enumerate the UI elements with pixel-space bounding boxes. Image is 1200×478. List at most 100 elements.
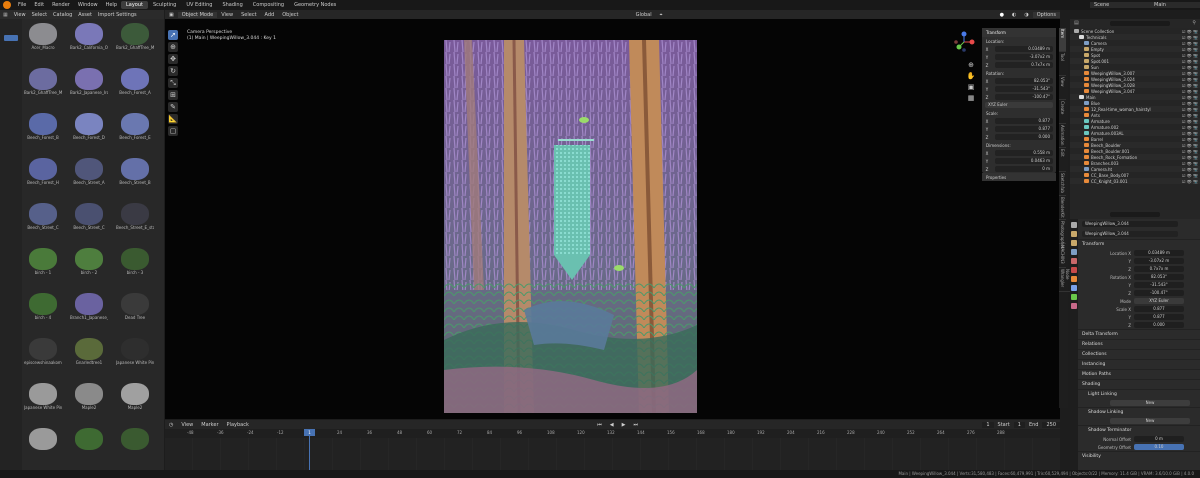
visibility-toggle-icons[interactable]: ☑ 👁 📷: [1182, 41, 1198, 46]
location-x-field[interactable]: 0.03489 m: [995, 46, 1053, 52]
scale-y-field[interactable]: 0.877: [995, 126, 1053, 132]
asset-item[interactable]: Beech_Forest_E: [116, 113, 154, 149]
light-linking-section[interactable]: Light Linking: [1078, 389, 1200, 399]
visibility-toggle-icons[interactable]: ☑ 👁 📷: [1182, 179, 1198, 184]
asset-item[interactable]: Maple2: [116, 383, 154, 419]
dimensions-x-field[interactable]: 0.558 m: [995, 150, 1053, 156]
asset-item[interactable]: [70, 428, 108, 464]
visibility-toggle-icons[interactable]: ☑ 👁 📷: [1182, 125, 1198, 130]
asset-item[interactable]: Beech_Street_B: [116, 158, 154, 194]
menu-help[interactable]: Help: [102, 2, 121, 8]
select-tool-icon[interactable]: ➚: [168, 30, 178, 40]
asset-item[interactable]: Branch1_Japanese_Iron_Mat: [70, 293, 108, 329]
catalog-folder-icon[interactable]: [4, 35, 18, 41]
rotate-tool-icon[interactable]: ↻: [168, 66, 178, 76]
sidebar-tab[interactable]: Sketchfab: [1059, 172, 1066, 196]
transform-panel-title[interactable]: Transform: [982, 28, 1056, 37]
sidebar-tab[interactable]: Photographer: [1059, 220, 1066, 248]
viewport-options-button[interactable]: Options: [1032, 11, 1061, 18]
current-frame-field[interactable]: 1: [982, 421, 994, 428]
asset-item[interactable]: Japanese White Pine2: [24, 383, 62, 419]
asset-menu-select[interactable]: Select: [29, 12, 50, 18]
asset-item[interactable]: [116, 428, 154, 464]
asset-item[interactable]: Beech_Forest_A: [116, 68, 154, 104]
collections-section[interactable]: Collections: [1078, 349, 1200, 359]
asset-item[interactable]: Gnarledtree1: [70, 338, 108, 374]
asset-item[interactable]: birch - 3: [116, 248, 154, 284]
prop-scale-y-field[interactable]: 0.877: [1134, 314, 1184, 320]
workspace-tab-shading[interactable]: Shading: [217, 1, 247, 9]
visibility-toggle-icons[interactable]: ☑ 👁 📷: [1182, 83, 1198, 88]
jump-start-icon[interactable]: ⏮: [593, 422, 606, 428]
transform-tool-icon[interactable]: ⊞: [168, 90, 178, 100]
shadow-linking-new-button[interactable]: New: [1110, 418, 1190, 424]
rotation-mode-dropdown[interactable]: XYZ Euler: [985, 102, 1053, 108]
snap-icon[interactable]: ⌖: [656, 12, 667, 18]
sidebar-tab[interactable]: View: [1059, 76, 1066, 100]
object-tab-icon[interactable]: [1071, 276, 1077, 282]
outliner-filter-icon[interactable]: ▤: [1074, 20, 1079, 26]
prop-rotation-mode-dropdown[interactable]: XYZ Euler: [1134, 298, 1184, 304]
geometry-offset-field[interactable]: 0.10: [1134, 444, 1184, 450]
tool-tab-icon[interactable]: [1071, 222, 1077, 228]
prop-rotation-x-field[interactable]: 82.053°: [1134, 274, 1184, 280]
visibility-toggle-icons[interactable]: ☑ 👁 📷: [1182, 29, 1198, 34]
measure-tool-icon[interactable]: 📐: [168, 114, 178, 124]
object-name-field[interactable]: WeepingWillow_3.044: [1082, 221, 1178, 227]
visibility-toggle-icons[interactable]: ☑ 👁 📷: [1182, 35, 1198, 40]
shadow-linking-section[interactable]: Shadow Linking: [1078, 407, 1200, 417]
visibility-toggle-icons[interactable]: ☑ 👁 📷: [1182, 119, 1198, 124]
workspace-tab-geometry-nodes[interactable]: Geometry Nodes: [289, 1, 341, 9]
workspace-tab-uv-editing[interactable]: UV Editing: [181, 1, 217, 9]
menu-edit[interactable]: Edit: [30, 2, 48, 8]
asset-item[interactable]: [24, 428, 62, 464]
location-y-field[interactable]: -3.07x2 m: [995, 54, 1053, 60]
timeline-menu-marker[interactable]: Marker: [197, 422, 222, 428]
camera-view-icon[interactable]: ▣: [966, 82, 976, 93]
asset-item[interactable]: Beech_Forest_D: [70, 113, 108, 149]
asset-menu-catalog[interactable]: Catalog: [50, 12, 75, 18]
sidebar-tab[interactable]: Animation: [1059, 124, 1066, 148]
asset-item[interactable]: Bark2_GhaffTree_Mat: [24, 68, 62, 104]
asset-item[interactable]: Dead Tree: [116, 293, 154, 329]
zoom-icon[interactable]: ⊕: [966, 60, 976, 71]
shading-section[interactable]: Shading: [1078, 379, 1200, 389]
outliner-search-input[interactable]: [1110, 21, 1170, 26]
sidebar-tab[interactable]: Create: [1059, 100, 1066, 124]
timeline-ruler[interactable]: -48-36-24-121224364860728496108120132144…: [165, 429, 1060, 438]
instancing-section[interactable]: Instancing: [1078, 359, 1200, 369]
light-linking-new-button[interactable]: New: [1110, 400, 1190, 406]
view-layer-selector[interactable]: Main: [1150, 2, 1200, 8]
editor-type-icon[interactable]: ▦: [0, 12, 11, 18]
asset-item[interactable]: Acer_Macro: [24, 23, 62, 59]
scale-z-field[interactable]: 0.000: [995, 134, 1053, 140]
add-cube-tool-icon[interactable]: ▢: [168, 126, 178, 136]
object-mode-dropdown[interactable]: Object Mode: [177, 11, 218, 18]
view-layer-tab-icon[interactable]: [1071, 249, 1077, 255]
import-settings-dropdown[interactable]: Import Settings: [95, 12, 140, 18]
prop-scale-z-field[interactable]: 0.000: [1134, 322, 1184, 328]
annotate-tool-icon[interactable]: ✎: [168, 102, 178, 112]
asset-item[interactable]: Bark2_GhaffTree_Mat: [116, 23, 154, 59]
outliner-filter-funnel-icon[interactable]: ⚲: [1192, 20, 1196, 26]
visibility-toggle-icons[interactable]: ☑ 👁 📷: [1182, 95, 1198, 100]
shading-solid-icon[interactable]: ●: [996, 12, 1008, 18]
relations-section[interactable]: Relations: [1078, 339, 1200, 349]
visibility-toggle-icons[interactable]: ☑ 👁 📷: [1182, 77, 1198, 82]
scale-tool-icon[interactable]: ⤡: [168, 78, 178, 88]
playhead-frame-label[interactable]: 1: [304, 429, 315, 436]
dimensions-z-field[interactable]: 0 m: [995, 166, 1053, 172]
asset-item[interactable]: Beech_Street_C: [70, 203, 108, 239]
asset-item[interactable]: Bark2_California_Oak_Mat: [70, 23, 108, 59]
location-z-field[interactable]: 0.7x7x m: [995, 62, 1053, 68]
asset-item[interactable]: Beech_Forest_B: [24, 113, 62, 149]
visibility-toggle-icons[interactable]: ☑ 👁 📷: [1182, 167, 1198, 172]
jump-end-icon[interactable]: ⏭: [629, 422, 642, 428]
visibility-toggle-icons[interactable]: ☑ 👁 📷: [1182, 71, 1198, 76]
visibility-toggle-icons[interactable]: ☑ 👁 📷: [1182, 155, 1198, 160]
asset-item[interactable]: Beech_Street_A: [70, 158, 108, 194]
viewport-menu-select[interactable]: Select: [237, 12, 260, 18]
visibility-toggle-icons[interactable]: ☑ 👁 📷: [1182, 59, 1198, 64]
timeline-editor-icon[interactable]: ◷: [165, 422, 177, 428]
menu-window[interactable]: Window: [74, 2, 102, 8]
